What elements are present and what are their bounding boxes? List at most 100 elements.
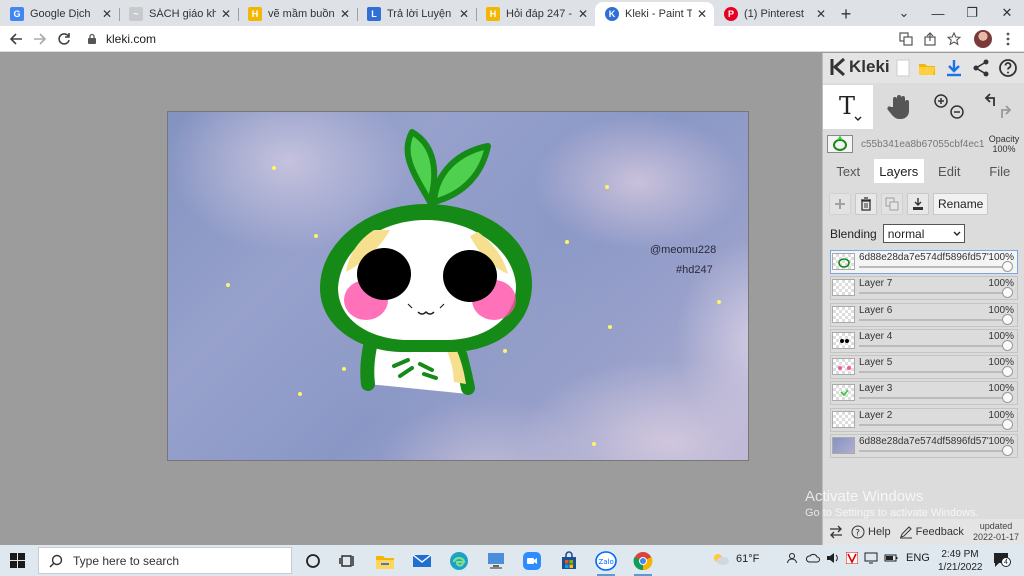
layer-opacity-knob[interactable] <box>1002 392 1013 404</box>
text-tool-button[interactable]: T <box>823 85 873 129</box>
layer-opacity-knob[interactable] <box>1002 313 1013 325</box>
bookmark-star-icon[interactable] <box>945 30 963 48</box>
swap-arrows-icon[interactable] <box>829 525 843 539</box>
download-icon[interactable] <box>944 58 964 78</box>
layer-opacity-knob[interactable] <box>1002 445 1013 457</box>
layer-opacity-slider[interactable] <box>859 371 1009 374</box>
chrome-icon[interactable] <box>632 550 654 576</box>
layer-opacity-knob[interactable] <box>1002 339 1013 351</box>
layer-item[interactable]: Layer 3 100% <box>830 381 1018 406</box>
layer-item[interactable]: Layer 2 100% <box>830 407 1018 432</box>
tab-text[interactable]: Text <box>823 159 874 183</box>
layer-opacity-slider[interactable] <box>859 397 1009 400</box>
edge-icon[interactable] <box>448 550 470 572</box>
layer-item[interactable]: Layer 5 100% <box>830 355 1018 380</box>
tab-tra-loi-luyen-tap[interactable]: L Trả lời Luyện tập ✕ <box>357 2 476 26</box>
tab-google-dich[interactable]: G Google Dịch ✕ <box>0 2 119 26</box>
layer-opacity-slider[interactable] <box>859 423 1009 426</box>
cortana-icon[interactable] <box>302 550 324 572</box>
forward-button[interactable] <box>31 30 49 48</box>
network-icon[interactable] <box>864 552 878 564</box>
tab-edit[interactable]: Edit <box>924 159 975 183</box>
layer-item[interactable]: Layer 4 100% <box>830 328 1018 353</box>
taskbar-search-box[interactable]: Type here to search <box>38 547 292 574</box>
tab-ve-mam-buon[interactable]: H vẽ mầm buồn NL ✕ <box>238 2 357 26</box>
cloud-icon[interactable] <box>806 552 820 564</box>
tab-close-icon[interactable]: ✕ <box>815 7 827 21</box>
restore-button[interactable]: ❐ <box>955 0 989 26</box>
kleki-logo[interactable]: Kleki <box>829 57 890 77</box>
tab-close-icon[interactable]: ✕ <box>577 7 589 21</box>
layer-opacity-knob[interactable] <box>1002 287 1013 299</box>
open-folder-icon[interactable] <box>917 58 937 78</box>
layer-item[interactable]: Layer 7 100% <box>830 276 1018 301</box>
help-button[interactable]: ? Help <box>851 525 891 539</box>
tab-file[interactable]: File <box>975 159 1024 183</box>
layer-opacity-knob[interactable] <box>1002 261 1013 272</box>
file-explorer-icon[interactable] <box>374 550 396 572</box>
layer-opacity-slider[interactable] <box>859 450 1009 453</box>
remote-desktop-icon[interactable] <box>485 550 507 572</box>
share-icon[interactable] <box>971 58 991 78</box>
profile-avatar[interactable] <box>974 30 992 48</box>
rename-layer-button[interactable]: Rename <box>933 193 989 215</box>
translate-icon[interactable] <box>897 30 915 48</box>
new-image-icon[interactable] <box>893 58 913 78</box>
hand-tool-button[interactable] <box>879 85 919 129</box>
add-layer-button[interactable] <box>829 193 851 215</box>
tab-hoi-dap-247[interactable]: H Hỏi đáp 247 - tra ✕ <box>476 2 595 26</box>
tab-close-icon[interactable]: ✕ <box>458 7 470 21</box>
layer-opacity-slider[interactable] <box>859 266 1009 268</box>
taskbar-clock[interactable]: 2:49 PM 1/21/2022 <box>938 548 983 574</box>
feedback-button[interactable]: Feedback <box>899 525 964 539</box>
task-view-icon[interactable] <box>337 550 359 572</box>
layer-opacity-slider[interactable] <box>859 292 1009 295</box>
people-icon[interactable] <box>786 552 798 564</box>
windows-start-icon[interactable] <box>10 553 25 568</box>
tab-sach-giao-khoa[interactable]: ~ SÁCH giáo khoa ✕ <box>119 2 238 26</box>
share-icon[interactable] <box>921 30 939 48</box>
layer-item[interactable]: 6d88e28da7e574df5896fd57' 100% <box>830 250 1018 274</box>
tab-close-icon[interactable]: ✕ <box>696 7 708 21</box>
opacity-indicator[interactable]: Opacity 100% <box>987 134 1021 154</box>
layer-item[interactable]: 6d88e28da7e574df5896fd57' 100% <box>830 434 1018 459</box>
mail-icon[interactable] <box>411 550 433 572</box>
reload-button[interactable] <box>55 30 73 48</box>
new-tab-button[interactable]: + <box>833 2 859 26</box>
blending-select[interactable]: normal <box>882 224 965 243</box>
menu-dots-icon[interactable] <box>999 30 1017 48</box>
tab-layers[interactable]: Layers <box>873 159 924 183</box>
volume-icon[interactable] <box>826 552 840 564</box>
tab-close-icon[interactable]: ✕ <box>339 7 351 21</box>
tab-close-icon[interactable]: ✕ <box>101 7 113 21</box>
layer-opacity-knob[interactable] <box>1002 418 1013 430</box>
tab-pinterest[interactable]: P (1) Pinterest ✕ <box>714 2 833 26</box>
drawing-canvas[interactable]: @meomu228 #hd247 <box>167 111 749 461</box>
color-swatch[interactable] <box>827 135 853 153</box>
duplicate-layer-button[interactable] <box>881 193 903 215</box>
zoom-app-icon[interactable] <box>521 550 543 572</box>
layer-opacity-knob[interactable] <box>1002 366 1013 378</box>
battery-icon[interactable] <box>884 552 898 564</box>
undo-redo-buttons[interactable] <box>975 85 1021 129</box>
layer-item[interactable]: Layer 6 100% <box>830 302 1018 327</box>
delete-layer-button[interactable] <box>855 193 877 215</box>
close-window-button[interactable]: ✕ <box>990 0 1024 26</box>
help-icon[interactable] <box>998 58 1018 78</box>
layer-opacity-slider[interactable] <box>859 318 1009 321</box>
canvas-workspace[interactable]: @meomu228 #hd247 <box>0 53 822 545</box>
layer-opacity-slider[interactable] <box>859 344 1009 347</box>
microsoft-store-icon[interactable] <box>558 550 580 572</box>
notification-center-button[interactable]: 4 <box>992 551 1011 569</box>
zoom-buttons[interactable] <box>927 85 971 129</box>
tab-kleki[interactable]: K Kleki - Paint Tool ✕ <box>595 2 714 26</box>
minimize-button[interactable]: — <box>921 0 955 26</box>
zalo-icon[interactable]: Zalo <box>595 550 617 576</box>
input-language[interactable]: ENG <box>906 552 930 564</box>
merge-down-button[interactable] <box>907 193 929 215</box>
vietkey-icon[interactable] <box>846 552 858 564</box>
back-button[interactable] <box>7 30 25 48</box>
tab-search-icon[interactable]: ⌄ <box>887 0 921 26</box>
weather-widget[interactable]: 61°F <box>712 552 759 566</box>
tab-close-icon[interactable]: ✕ <box>220 7 232 21</box>
